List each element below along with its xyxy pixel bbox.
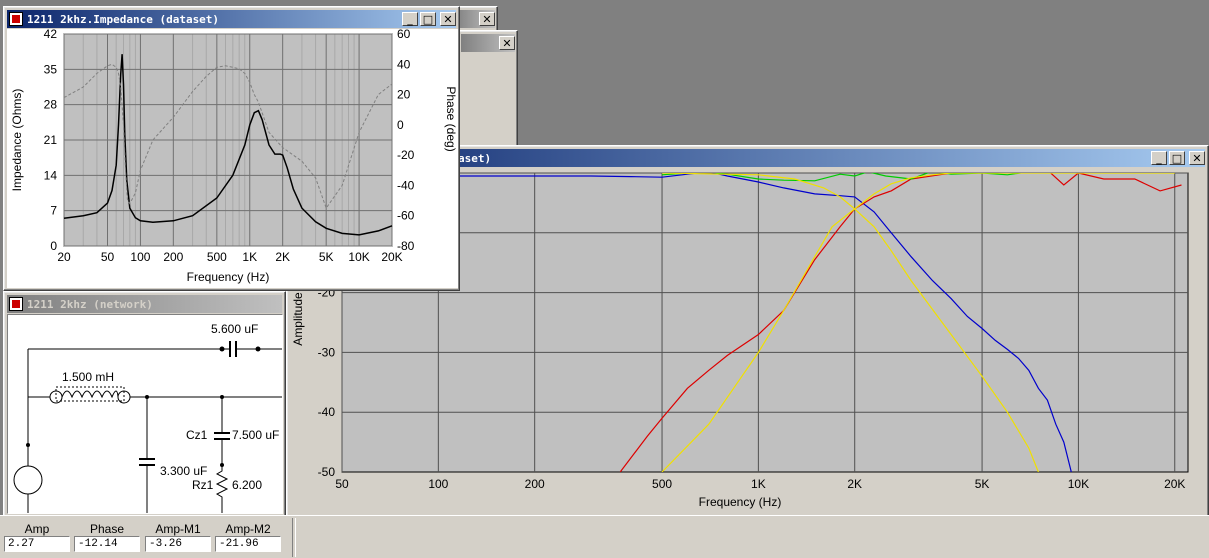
- minimize-button[interactable]: _: [1151, 151, 1167, 165]
- y-tick-label-left: 35: [44, 62, 58, 76]
- x-tick-label: 5K: [975, 477, 990, 491]
- cz1-label: Cz1: [186, 428, 208, 442]
- y-tick-label-right: 60: [397, 29, 411, 41]
- y-tick-label-left: 21: [44, 133, 58, 147]
- title-bar[interactable]: 1211 2khz.Impedance (dataset) _ □ ✕: [7, 10, 456, 28]
- x-tick-label: 100: [428, 477, 448, 491]
- x-axis-label: Frequency (Hz): [187, 270, 270, 284]
- x-tick-label: 50: [335, 477, 349, 491]
- status-divider: [292, 518, 296, 557]
- inductor-value: 1.500 mH: [62, 370, 114, 384]
- x-tick-label: 2K: [275, 250, 290, 264]
- x-tick-label: 5K: [319, 250, 334, 264]
- x-tick-label: 2K: [847, 477, 862, 491]
- y-tick-label: -30: [318, 345, 336, 359]
- app-icon: [9, 12, 23, 26]
- close-button[interactable]: ✕: [499, 36, 515, 50]
- x-tick-label: 1K: [242, 250, 257, 264]
- x-tick-label: 200: [163, 250, 183, 264]
- inductor-icon: [49, 386, 131, 404]
- rz1-value: 6.200: [232, 478, 262, 492]
- y-axis-label: Amplitude: [291, 292, 305, 346]
- close-button[interactable]: ✕: [1189, 151, 1205, 165]
- x-axis-label: Frequency (Hz): [699, 495, 782, 509]
- y-tick-label-left: 14: [44, 168, 58, 182]
- status-field-phase: Phase -12.14: [74, 522, 140, 552]
- y-tick-label: -50: [318, 465, 336, 479]
- impedance-chart: 20 50 100 200 500 1K 2K 5K 10K 20K 071421283542 -…: [7, 29, 458, 288]
- y-tick-label-left: 28: [44, 98, 58, 112]
- status-field-amp-m1: Amp-M1 -3.26: [145, 522, 211, 552]
- close-button[interactable]: ✕: [479, 12, 495, 26]
- cap-top-value: 5.600 uF: [211, 322, 258, 336]
- maximize-button[interactable]: □: [420, 12, 436, 26]
- rz1-label: Rz1: [192, 478, 214, 492]
- y-tick-label-right: -60: [397, 209, 415, 223]
- impedance-window[interactable]: 1211 2khz.Impedance (dataset) _ □ ✕ 20 50…: [3, 6, 460, 291]
- y-tick-label-right: 40: [397, 57, 411, 71]
- x-tick-label: 20: [57, 250, 71, 264]
- plot-area: [341, 172, 1189, 473]
- x-tick-label: 10K: [348, 250, 369, 264]
- y-axis-label-right: Phase (deg): [444, 86, 458, 151]
- cap-shunt-value: 3.300 uF: [160, 464, 207, 478]
- window-title: 1211 2khz (network): [27, 297, 153, 311]
- y-tick-label-right: -40: [397, 178, 415, 192]
- y-tick-label: -40: [318, 405, 336, 419]
- y-tick-label-left: 7: [50, 204, 57, 218]
- y-axis-label-left: Impedance (Ohms): [10, 89, 24, 192]
- x-tick-label: 500: [652, 477, 672, 491]
- y-tick-label-right: 0: [397, 118, 404, 132]
- circuit-schematic: 5.600 uF 1.500 mH 3.300 uF Cz1 7.500 uF …: [13, 322, 282, 513]
- title-bar[interactable]: 1211 2khz (network): [7, 295, 282, 313]
- x-tick-label: 20K: [1164, 477, 1185, 491]
- y-tick-label-right: -80: [397, 239, 415, 253]
- window-title: 1211 2khz.Impedance (dataset): [27, 12, 220, 26]
- y-tick-label-right: -20: [397, 148, 415, 162]
- status-value: -21.96: [215, 536, 281, 552]
- x-tick-label: 100: [130, 250, 150, 264]
- x-tick-label: 50: [101, 250, 115, 264]
- y-tick-label-right: 20: [397, 88, 411, 102]
- capacitor-top-icon: [219, 341, 261, 357]
- status-field-amp: Amp 2.27: [4, 522, 70, 552]
- x-tick-label: 500: [207, 250, 227, 264]
- status-value: -12.14: [74, 536, 140, 552]
- minimize-button[interactable]: _: [402, 12, 418, 26]
- resistor-icon: [215, 465, 229, 501]
- y-tick-label-left: 0: [50, 239, 57, 253]
- maximize-button[interactable]: □: [1169, 151, 1185, 165]
- x-tick-label: 1K: [751, 477, 766, 491]
- app-icon: [9, 297, 23, 311]
- x-tick-label: 200: [525, 477, 545, 491]
- status-value: -3.26: [145, 536, 211, 552]
- cz1-value: 7.500 uF: [232, 428, 279, 442]
- y-tick-label-left: 42: [44, 29, 58, 41]
- status-value: 2.27: [4, 536, 70, 552]
- background-window-b[interactable]: ✕: [458, 30, 518, 150]
- network-window[interactable]: 1211 2khz (network) 5.600 uF 1.500 mH 3.…: [3, 291, 286, 517]
- status-field-amp-m2: Amp-M2 -21.96: [215, 522, 281, 552]
- status-bar: Amp 2.27 Phase -12.14 Amp-M1 -3.26 Amp-M…: [0, 515, 1209, 558]
- x-tick-label: 10K: [1068, 477, 1089, 491]
- close-button[interactable]: ✕: [440, 12, 456, 26]
